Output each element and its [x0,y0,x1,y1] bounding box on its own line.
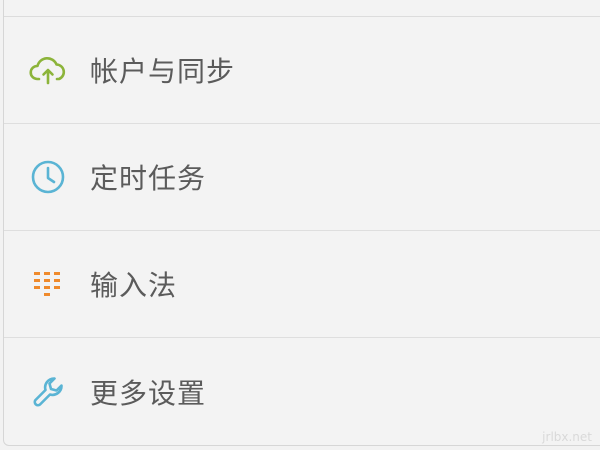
settings-screen: 帐户与同步 定时任务 输入法 更多设置 jrlbx.net [0,0,600,450]
cloud-upload-icon [28,50,68,90]
clock-icon [28,157,68,197]
menu-item-label: 更多设置 [90,376,207,410]
settings-panel: 帐户与同步 定时任务 输入法 更多设置 [3,0,600,446]
menu-item-scheduled-tasks[interactable]: 定时任务 [4,124,600,231]
menu-item-label: 输入法 [90,269,178,302]
wrench-icon [28,372,68,412]
menu-item-account-sync[interactable]: 帐户与同步 [4,17,600,124]
menu-item-label: 定时任务 [90,162,207,195]
menu-item-more-settings[interactable]: 更多设置 [4,338,600,445]
keyboard-dots-icon [28,264,68,304]
menu-item-input-method[interactable]: 输入法 [4,231,600,338]
watermark-text: jrlbx.net [542,430,592,444]
previous-menu-item-edge [4,0,600,17]
menu-item-label: 帐户与同步 [90,55,236,88]
